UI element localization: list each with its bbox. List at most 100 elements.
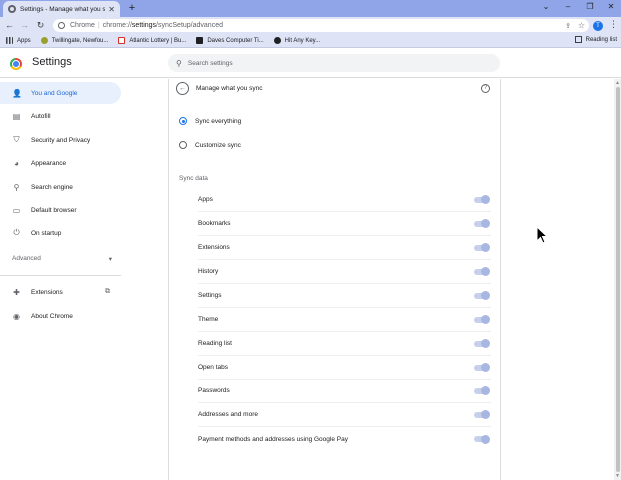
back-arrow-icon[interactable]: ← bbox=[3, 19, 16, 32]
sync-toggle-history[interactable] bbox=[474, 267, 490, 276]
forward-arrow-icon[interactable]: → bbox=[18, 19, 31, 32]
sidebar-item-label: About Chrome bbox=[31, 312, 73, 320]
back-arrow-icon[interactable]: ← bbox=[176, 82, 189, 95]
search-icon: ⚲ bbox=[176, 58, 182, 68]
apps-grid-icon bbox=[6, 37, 13, 44]
search-icon: ⚲ bbox=[13, 182, 20, 192]
section-heading: Sync data bbox=[179, 175, 208, 182]
sync-toggle-extensions[interactable] bbox=[474, 243, 490, 252]
sync-item-label: Payment methods and addresses using Goog… bbox=[198, 435, 348, 443]
minimize-icon[interactable]: – bbox=[557, 0, 579, 14]
tab-strip: Settings - Manage what you sync ✕ + ⌄ – … bbox=[0, 0, 621, 17]
sidebar-item-default-browser[interactable]: ▭ Default browser bbox=[0, 199, 121, 221]
sync-item-label: History bbox=[198, 268, 219, 275]
sync-toggle-open-tabs[interactable] bbox=[474, 363, 490, 372]
sidebar-item-extensions[interactable]: ✚ Extensions ⧉ bbox=[0, 281, 121, 303]
scroll-up-icon[interactable]: ▲ bbox=[615, 80, 620, 86]
sync-toggle-apps[interactable] bbox=[474, 195, 490, 204]
bookmark-label: Atlantic Lottery | Bu... bbox=[129, 37, 187, 44]
site-favicon-icon bbox=[273, 37, 281, 44]
scroll-down-icon[interactable]: ▼ bbox=[615, 473, 620, 479]
radio-label: Customize sync bbox=[195, 141, 241, 149]
address-bar[interactable]: Chrome | chrome://settings/syncSetup/adv… bbox=[53, 19, 589, 32]
profile-avatar[interactable]: T bbox=[593, 21, 603, 31]
sync-item-label: Extensions bbox=[198, 244, 230, 251]
chrome-small-icon: ◉ bbox=[13, 311, 20, 321]
sidebar-item-label: You and Google bbox=[31, 89, 78, 97]
sidebar-item-label: Default browser bbox=[31, 206, 77, 214]
bookmark-label: Apps bbox=[17, 37, 31, 44]
list-item: Reading list bbox=[198, 332, 491, 356]
site-favicon-icon bbox=[196, 37, 204, 44]
sync-toggle-theme[interactable] bbox=[474, 315, 490, 324]
search-input[interactable]: ⚲ Search settings bbox=[168, 54, 500, 72]
bookmark-label: Twillingate, Newfou... bbox=[51, 37, 109, 44]
radio-label: Sync everything bbox=[195, 117, 242, 125]
sidebar-item-label: On startup bbox=[31, 229, 62, 237]
omnibox-separator: | bbox=[97, 22, 100, 29]
tab-settings[interactable]: Settings - Manage what you sync ✕ bbox=[3, 1, 120, 17]
site-favicon-icon bbox=[40, 37, 48, 44]
sidebar-item-you-and-google[interactable]: 👤 You and Google bbox=[0, 82, 121, 104]
url-suffix: /syncSetup/advanced bbox=[156, 22, 223, 29]
sidebar-item-on-startup[interactable]: ⏻ On startup bbox=[0, 222, 121, 244]
omnibox-host: Chrome bbox=[70, 22, 95, 29]
sync-item-label: Addresses and more bbox=[198, 411, 258, 418]
window-close-icon[interactable]: ✕ bbox=[600, 0, 621, 14]
sync-item-label: Apps bbox=[198, 196, 213, 203]
list-item: Open tabs bbox=[198, 356, 491, 380]
clipboard-icon: ▤ bbox=[12, 111, 21, 121]
bookmark-apps[interactable]: Apps bbox=[6, 37, 31, 44]
sidebar-item-label: Appearance bbox=[31, 159, 67, 167]
bookmark-star-icon[interactable]: ☆ bbox=[578, 21, 585, 30]
sync-everything-radio[interactable]: Sync everything bbox=[179, 117, 241, 125]
tab-search-chevron-icon[interactable]: ⌄ bbox=[535, 0, 557, 14]
kebab-menu-icon[interactable]: ⋮ bbox=[609, 19, 618, 30]
sync-toggle-reading-list[interactable] bbox=[474, 339, 490, 348]
browser-icon: ▭ bbox=[12, 205, 21, 215]
sidebar-item-security[interactable]: ⛉ Security and Privacy bbox=[0, 129, 121, 151]
sidebar-item-autofill[interactable]: ▤ Autofill bbox=[0, 105, 121, 127]
url-prefix: chrome:// bbox=[102, 22, 132, 29]
bookmark-daves-computer[interactable]: Daves Computer Ti... bbox=[196, 37, 264, 44]
sidebar-item-label: Security and Privacy bbox=[31, 136, 91, 144]
power-icon: ⏻ bbox=[13, 228, 20, 237]
sync-toggle-payment-methods[interactable] bbox=[474, 434, 490, 444]
scrollbar-thumb[interactable] bbox=[616, 87, 620, 472]
reading-list-button[interactable]: Reading list bbox=[574, 36, 617, 43]
open-in-new-icon: ⧉ bbox=[105, 288, 110, 295]
browser-toolbar: ← → ↻ Chrome | chrome://settings/syncSet… bbox=[0, 17, 621, 34]
list-item: History bbox=[198, 260, 491, 284]
settings-sidebar: 👤 You and Google ▤ Autofill ⛉ Security and … bbox=[0, 79, 130, 480]
sidebar-item-about-chrome[interactable]: ◉ About Chrome bbox=[0, 305, 121, 327]
share-icon[interactable]: ⇪ bbox=[565, 22, 571, 30]
sync-settings-card: ← Manage what you sync ? Sync everything… bbox=[168, 79, 501, 480]
sync-toggle-passwords[interactable] bbox=[474, 386, 490, 395]
sidebar-item-appearance[interactable]: ◕ Appearance bbox=[0, 152, 121, 174]
puzzle-piece-icon: ✚ bbox=[13, 287, 20, 297]
sync-item-label: Settings bbox=[198, 292, 222, 299]
sync-toggle-bookmarks[interactable] bbox=[474, 219, 490, 228]
person-icon: 👤 bbox=[12, 88, 22, 98]
list-item: Theme bbox=[198, 308, 491, 332]
sync-toggle-addresses[interactable] bbox=[474, 410, 490, 419]
new-tab-button[interactable]: + bbox=[126, 2, 138, 14]
sync-toggle-settings[interactable] bbox=[474, 291, 490, 300]
help-icon[interactable]: ? bbox=[481, 84, 490, 93]
sidebar-item-label: Extensions bbox=[31, 288, 63, 296]
bookmark-twillingate[interactable]: Twillingate, Newfou... bbox=[40, 37, 109, 44]
customize-sync-radio[interactable]: Customize sync bbox=[179, 141, 241, 149]
sidebar-item-search-engine[interactable]: ⚲ Search engine bbox=[0, 176, 121, 198]
shield-icon: ⛉ bbox=[13, 135, 20, 144]
bookmark-hit-any-key[interactable]: Hit Any Key... bbox=[273, 37, 321, 44]
sidebar-item-label: Search engine bbox=[31, 183, 73, 191]
bookmark-label: Hit Any Key... bbox=[284, 37, 321, 44]
list-item: Apps bbox=[198, 188, 491, 212]
page-scrollbar[interactable]: ▲ ▼ bbox=[614, 79, 621, 480]
reload-icon[interactable]: ↻ bbox=[34, 19, 47, 32]
sync-item-label: Open tabs bbox=[198, 364, 228, 371]
tab-close-icon[interactable]: ✕ bbox=[108, 5, 115, 14]
sidebar-advanced-toggle[interactable]: Advanced ▾ bbox=[12, 255, 112, 263]
bookmark-atlantic-lottery[interactable]: Atlantic Lottery | Bu... bbox=[118, 37, 186, 44]
restore-icon[interactable]: ❐ bbox=[579, 0, 601, 14]
